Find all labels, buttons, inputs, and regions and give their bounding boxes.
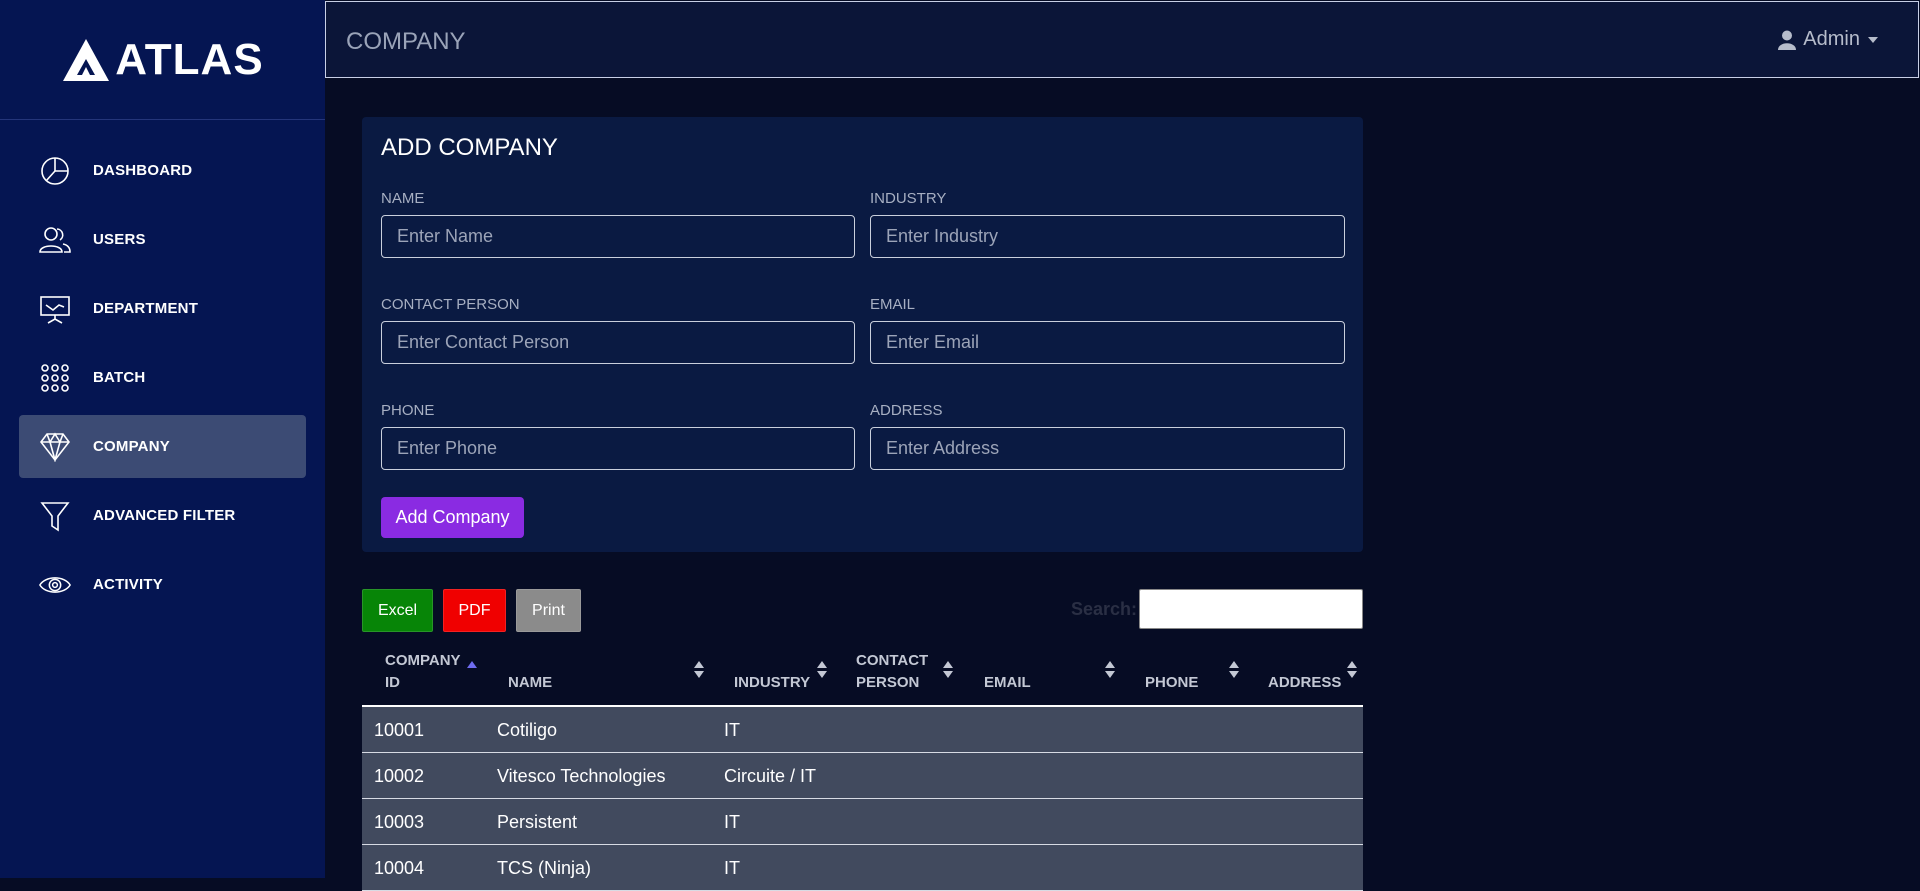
- company-table: COMPANY ID NAME INDUSTRY CONTACT PERSON …: [362, 642, 1363, 891]
- search-input[interactable]: [1139, 589, 1363, 629]
- company-name-cell: Persistent: [497, 812, 578, 832]
- page-title: COMPANY: [346, 28, 466, 55]
- address-field-group: ADDRESS: [870, 402, 1345, 470]
- sidebar-item-label: COMPANY: [93, 438, 170, 455]
- industry-field-group: INDUSTRY: [870, 190, 1345, 258]
- industry-cell: IT: [724, 858, 740, 878]
- sidebar-item-advanced-filter[interactable]: ADVANCED FILTER: [19, 484, 306, 547]
- filter-icon: [38, 499, 72, 533]
- company-id-cell: 10003: [374, 812, 425, 832]
- phone-field-group: PHONE: [381, 402, 855, 470]
- sidebar: ATLAS DASHBOARD USERS DEPARTMENT BATCH C…: [0, 0, 325, 878]
- top-bar: COMPANY Admin: [325, 1, 1919, 78]
- sort-icon: [943, 661, 953, 681]
- sidebar-item-label: USERS: [93, 231, 146, 248]
- industry-cell: IT: [724, 812, 740, 832]
- logo[interactable]: ATLAS: [0, 0, 325, 120]
- grid-dots-icon: [38, 361, 72, 395]
- add-company-button[interactable]: Add Company: [381, 497, 524, 538]
- sidebar-nav: DASHBOARD USERS DEPARTMENT BATCH COMPANY…: [0, 120, 325, 616]
- contact-person-input[interactable]: [381, 321, 855, 364]
- sidebar-item-company[interactable]: COMPANY: [19, 415, 306, 478]
- column-header-industry[interactable]: INDUSTRY: [734, 672, 810, 694]
- user-menu[interactable]: Admin: [1778, 28, 1878, 51]
- name-field-group: NAME: [381, 190, 855, 258]
- address-input[interactable]: [870, 427, 1345, 470]
- diamond-icon: [38, 430, 72, 464]
- users-icon: [38, 223, 72, 257]
- name-input[interactable]: [381, 215, 855, 258]
- table-row[interactable]: 10002 Vitesco Technologies Circuite / IT: [362, 753, 1363, 799]
- sidebar-item-dashboard[interactable]: DASHBOARD: [19, 139, 306, 202]
- company-id-cell: 10004: [374, 858, 425, 878]
- phone-input[interactable]: [381, 427, 855, 470]
- brand-name: ATLAS: [115, 34, 264, 84]
- sidebar-item-activity[interactable]: ACTIVITY: [19, 553, 306, 616]
- sidebar-item-label: DASHBOARD: [93, 162, 193, 179]
- eye-icon: [38, 568, 72, 602]
- company-name-cell: Cotiligo: [497, 720, 558, 740]
- sidebar-item-users[interactable]: USERS: [19, 208, 306, 271]
- column-header-phone[interactable]: PHONE: [1145, 672, 1198, 694]
- sidebar-item-department[interactable]: DEPARTMENT: [19, 277, 306, 340]
- sidebar-item-label: DEPARTMENT: [93, 300, 199, 317]
- table-row[interactable]: 10003 Persistent IT: [362, 799, 1363, 845]
- table-header: COMPANY ID NAME INDUSTRY CONTACT PERSON …: [362, 642, 1363, 707]
- sort-icon: [694, 661, 704, 681]
- sidebar-item-label: BATCH: [93, 369, 146, 386]
- industry-label: INDUSTRY: [870, 190, 947, 207]
- sort-icon: [1105, 661, 1115, 681]
- column-header-address[interactable]: ADDRESS: [1268, 672, 1341, 694]
- atlas-logo-icon: [63, 38, 110, 81]
- email-input[interactable]: [870, 321, 1345, 364]
- contact-field-group: CONTACT PERSON: [381, 296, 855, 364]
- column-header-email[interactable]: EMAIL: [984, 672, 1031, 694]
- address-label: ADDRESS: [870, 402, 943, 419]
- user-name: Admin: [1803, 28, 1860, 50]
- column-header-name[interactable]: NAME: [508, 672, 552, 694]
- sidebar-item-batch[interactable]: BATCH: [19, 346, 306, 409]
- email-field-group: EMAIL: [870, 296, 1345, 364]
- name-label: NAME: [381, 190, 425, 207]
- print-button[interactable]: Print: [516, 589, 581, 632]
- sort-icon: [1347, 661, 1357, 681]
- contact-person-label: CONTACT PERSON: [381, 296, 520, 313]
- company-id-cell: 10002: [374, 766, 425, 786]
- sort-icon: [1229, 661, 1239, 681]
- company-name-cell: Vitesco Technologies: [497, 766, 666, 786]
- excel-export-button[interactable]: Excel: [362, 589, 433, 632]
- sidebar-item-label: ADVANCED FILTER: [93, 507, 236, 524]
- table-row[interactable]: 10004 TCS (Ninja) IT: [362, 845, 1363, 891]
- pdf-export-button[interactable]: PDF: [443, 589, 506, 632]
- sidebar-item-label: ACTIVITY: [93, 576, 163, 593]
- add-company-card: ADD COMPANY NAME INDUSTRY CONTACT PERSON…: [362, 117, 1363, 552]
- company-name-cell: TCS (Ninja): [497, 858, 592, 878]
- industry-input[interactable]: [870, 215, 1345, 258]
- sort-asc-icon: [467, 661, 477, 681]
- company-id-cell: 10001: [374, 720, 425, 740]
- industry-cell: Circuite / IT: [724, 766, 817, 786]
- column-header-contact-person[interactable]: CONTACT PERSON: [856, 650, 928, 694]
- column-header-company-id[interactable]: COMPANY ID: [385, 650, 461, 694]
- presentation-icon: [38, 292, 72, 326]
- search-label: Search:: [1071, 599, 1138, 619]
- email-label: EMAIL: [870, 296, 916, 313]
- phone-label: PHONE: [381, 402, 435, 419]
- card-title: ADD COMPANY: [381, 134, 558, 161]
- sort-icon: [817, 661, 827, 681]
- industry-cell: IT: [724, 720, 740, 740]
- chevron-down-icon: [1868, 36, 1878, 43]
- user-icon: [1778, 30, 1797, 50]
- pie-chart-icon: [38, 154, 72, 188]
- table-row[interactable]: 10001 Cotiligo IT: [362, 707, 1363, 753]
